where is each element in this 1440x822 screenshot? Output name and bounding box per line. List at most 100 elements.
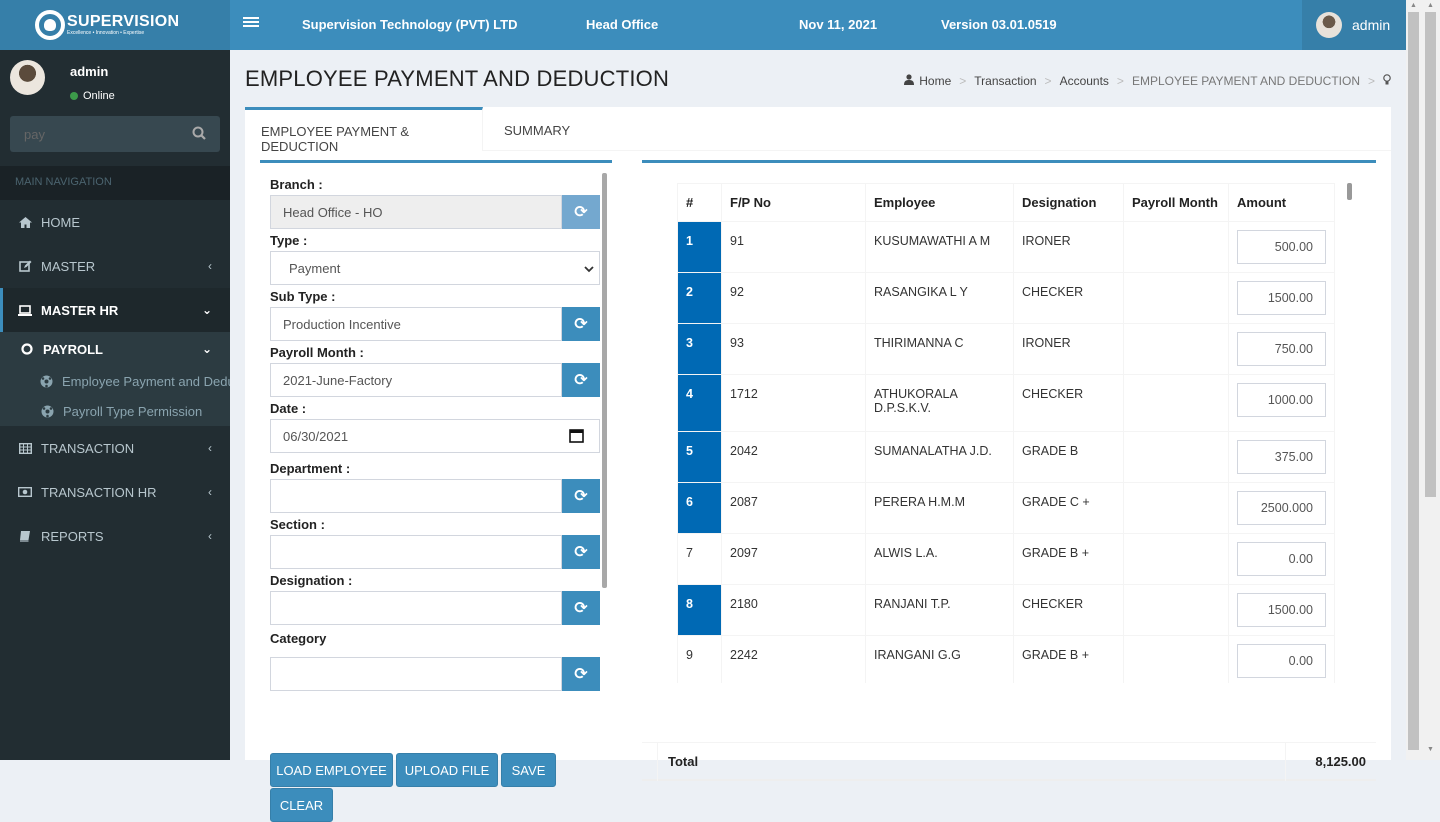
payroll-month-cell [1123,584,1229,636]
payroll-month-refresh-button[interactable]: ⟳ [562,363,600,397]
table-row[interactable]: 1 91 KUSUMAWATHI A M IRONER 500.00 [677,221,1335,273]
search-icon[interactable] [192,126,206,140]
amount-cell: 500.00 [1228,221,1335,273]
amount-cell: 0.00 [1228,635,1335,683]
refresh-icon: ⟳ [574,204,588,221]
fp-no-cell: 2180 [721,584,866,636]
table-row[interactable]: 3 93 THIRIMANNA C IRONER 750.00 [677,323,1335,375]
amount-input[interactable]: 2500.000 [1237,491,1326,525]
table-row[interactable]: 5 2042 SUMANALATHA J.D. GRADE B 375.00 [677,431,1335,483]
subtype-label: Sub Type : [270,289,336,304]
sidebar-item-label: TRANSACTION [41,440,135,456]
department-refresh-button[interactable]: ⟳ [562,479,600,513]
sidebar-item-label: PAYROLL [43,341,103,357]
designation-cell: CHECKER [1013,374,1124,432]
sidebar-item-home[interactable]: HOME [0,200,230,244]
search-input[interactable] [10,116,180,152]
employee-cell: RANJANI T.P. [865,584,1014,636]
breadcrumb: Home > Transaction > Accounts > EMPLOYEE… [904,74,1391,88]
main-box: EMPLOYEE PAYMENT & DEDUCTION SUMMARY Bra… [245,107,1391,822]
amount-input[interactable]: 0.00 [1237,644,1326,678]
amount-input[interactable]: 1500.00 [1237,593,1326,627]
breadcrumb-home[interactable]: Home [919,74,951,88]
user-status: Online [70,90,115,102]
load-employee-button[interactable]: LOAD EMPLOYEE [270,753,393,787]
employee-table-panel: # F/P No Employee Designation Payroll Mo… [642,160,1376,683]
subtype-field[interactable]: Production Incentive [270,307,562,341]
category-field[interactable] [270,657,562,691]
sidebar-item-transaction[interactable]: TRANSACTION ‹ [0,426,230,470]
sidebar-item-employee-payment-deduction[interactable]: Employee Payment and Deduction [0,366,230,396]
clear-button[interactable]: CLEAR [270,788,333,822]
breadcrumb-accounts[interactable]: Accounts [1060,74,1109,88]
sidebar-item-transaction-hr[interactable]: TRANSACTION HR ‹ [0,470,230,514]
type-select[interactable]: Payment [270,251,600,285]
refresh-icon: ⟳ [574,544,588,561]
branch-refresh-button[interactable]: ⟳ [562,195,600,229]
breadcrumb-transaction[interactable]: Transaction [974,74,1036,88]
table-row[interactable]: 8 2180 RANJANI T.P. CHECKER 1500.00 [677,584,1335,636]
employee-cell: KUSUMAWATHI A M [865,221,1014,273]
section-refresh-button[interactable]: ⟳ [562,535,600,569]
row-number: 4 [677,374,722,432]
refresh-icon: ⟳ [574,372,588,389]
amount-input[interactable]: 0.00 [1237,542,1326,576]
amount-cell: 750.00 [1228,323,1335,375]
table-row[interactable]: 7 2097 ALWIS L.A. GRADE B + 0.00 [677,533,1335,585]
sidebar-item-master[interactable]: MASTER ‹ [0,244,230,288]
date-input[interactable]: 06/30/2021 [270,419,600,453]
sidebar-item-payroll[interactable]: PAYROLL ⌄ [0,332,230,366]
designation-refresh-button[interactable]: ⟳ [562,591,600,625]
col-payroll-month: Payroll Month [1123,183,1229,222]
section-field[interactable] [270,535,562,569]
page-scrollbar[interactable]: ▲ ▲ ▼ [1406,0,1440,760]
department-field[interactable] [270,479,562,513]
chevron-left-icon: ‹ [208,259,212,273]
sidebar-item-label: TRANSACTION HR [41,484,157,500]
scroll-up-icon[interactable]: ▲ [1410,2,1417,9]
category-refresh-button[interactable]: ⟳ [562,657,600,691]
calendar-icon[interactable] [569,428,584,446]
refresh-icon: ⟳ [574,666,588,683]
amount-input[interactable]: 1000.00 [1237,383,1326,417]
department-label: Department : [270,461,351,476]
table-scrollbar[interactable] [1347,183,1352,200]
user-menu[interactable]: admin [1302,0,1406,50]
table-row[interactable]: 9 2242 IRANGANI G.G GRADE B + 0.00 [677,635,1335,683]
scrollbar-thumb[interactable] [1425,12,1436,497]
filter-form-panel: Branch : Head Office - HO ⟳ Type : Payme… [260,160,612,695]
row-number: 9 [677,635,722,683]
sidebar-item-master-hr[interactable]: MASTER HR ⌄ [0,288,230,332]
table-row[interactable]: 4 1712 ATHUKORALA D.P.S.K.V. CHECKER 1000.00 [677,374,1335,432]
logo[interactable]: SUPERVISION Excellence • Innovation • Ex… [0,0,230,50]
save-button[interactable]: SAVE [501,753,556,787]
fp-no-cell: 92 [721,272,866,324]
sidebar-item-reports[interactable]: REPORTS ‹ [0,514,230,558]
scrollbar-thumb[interactable] [1408,12,1419,750]
amount-input[interactable]: 500.00 [1237,230,1326,264]
table-row[interactable]: 6 2087 PERERA H.M.M GRADE C + 2500.000 [677,482,1335,534]
amount-cell: 1500.00 [1228,584,1335,636]
tab-employee-payment-deduction[interactable]: EMPLOYEE PAYMENT & DEDUCTION [245,107,483,154]
scroll-down-icon[interactable]: ▼ [1427,746,1434,753]
amount-input[interactable]: 375.00 [1237,440,1326,474]
tab-summary[interactable]: SUMMARY [488,107,586,151]
form-scrollbar[interactable] [602,173,607,588]
table-row[interactable]: 2 92 RASANGIKA L Y CHECKER 1500.00 [677,272,1335,324]
subtype-refresh-button[interactable]: ⟳ [562,307,600,341]
sidebar-toggle-icon[interactable] [243,15,259,31]
total-label: Total [668,753,699,769]
sidebar-item-label: REPORTS [41,528,104,544]
sidebar-item-payroll-type-permission[interactable]: Payroll Type Permission [0,396,230,426]
scroll-up-icon[interactable]: ▲ [1427,2,1434,9]
payroll-month-field[interactable]: 2021-June-Factory [270,363,562,397]
amount-input[interactable]: 750.00 [1237,332,1326,366]
col-designation: Designation [1013,183,1124,222]
fp-no-cell: 1712 [721,374,866,432]
fp-no-cell: 91 [721,221,866,273]
designation-field[interactable] [270,591,562,625]
breadcrumb-separator: > [1367,74,1375,88]
amount-input[interactable]: 1500.00 [1237,281,1326,315]
upload-file-button[interactable]: UPLOAD FILE [396,753,498,787]
chevron-down-icon: ⌄ [201,303,212,317]
